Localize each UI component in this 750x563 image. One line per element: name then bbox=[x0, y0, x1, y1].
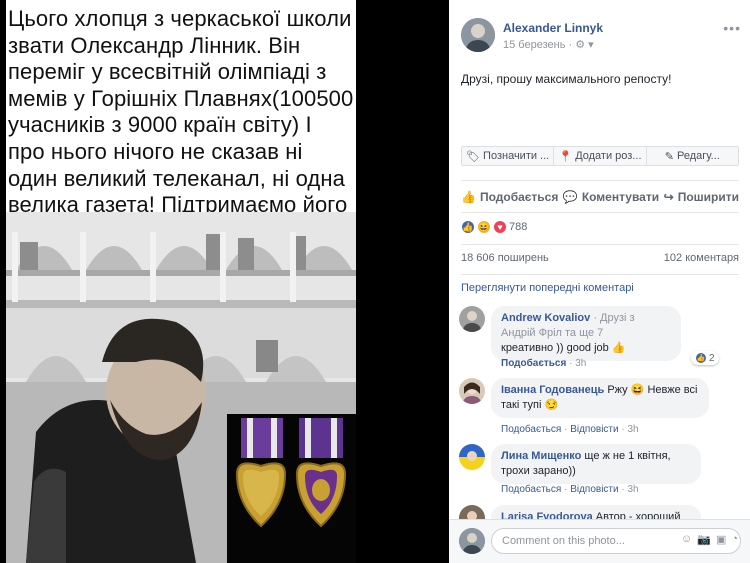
haha-reaction-icon: 😆 bbox=[477, 220, 491, 234]
commenter-avatar[interactable] bbox=[459, 505, 485, 519]
tag-photo-label: Позначити ... bbox=[483, 150, 550, 162]
view-previous-comments-link[interactable]: Переглянути попередні коментарі bbox=[461, 282, 634, 294]
tag-photo-button[interactable]: 🏷 Позначити ... bbox=[462, 147, 555, 165]
like-reaction-icon: 👍 bbox=[695, 352, 707, 364]
camera-icon[interactable]: 📷 bbox=[697, 533, 711, 546]
composer-icons: ☺ 📷 ▣ ◔ bbox=[681, 533, 738, 546]
divider bbox=[461, 212, 739, 213]
post-action-row: 👍 Подобається 💬 Коментувати ↪ Поширити bbox=[461, 186, 739, 208]
comment-time[interactable]: 3h bbox=[627, 484, 638, 495]
post-panel: Alexander Linnyk 15 березень · ⚙ ▾ ••• Д… bbox=[449, 0, 750, 563]
comment-like-link[interactable]: Подобається bbox=[501, 484, 561, 495]
post-date[interactable]: 15 березень bbox=[503, 39, 565, 51]
comment-item: Andrew Kovaliov · Друзі з Андрій Фріл та… bbox=[459, 306, 744, 372]
commenter-name[interactable]: Іванна Годованець bbox=[501, 384, 604, 396]
thumbs-up-icon: 👍 bbox=[461, 190, 476, 204]
like-label: Подобається bbox=[479, 190, 559, 204]
medals-image bbox=[227, 414, 356, 563]
comment-actions: Подобається · 3h bbox=[501, 358, 586, 369]
comment-reactions-badge[interactable]: 👍 2 bbox=[691, 351, 719, 365]
reaction-summary[interactable]: 👍 😆 ♥ 788 bbox=[461, 220, 527, 234]
divider bbox=[461, 274, 739, 275]
commenter-avatar[interactable] bbox=[459, 378, 485, 404]
sticker-icon[interactable]: ◔ bbox=[731, 533, 738, 546]
laughing-emoji-icon: 😆 bbox=[630, 384, 645, 396]
smirk-emoji-icon: 😏 bbox=[544, 399, 559, 411]
gif-icon[interactable]: ▣ bbox=[716, 533, 726, 546]
post-text: Друзі, прошу максимального репосту! bbox=[461, 72, 672, 86]
user-avatar bbox=[459, 528, 485, 554]
comment-button[interactable]: 💬 Коментувати bbox=[563, 190, 659, 204]
comment-item: Лина Мищенко ще ж не 1 квітня, трохи зар… bbox=[459, 444, 744, 500]
author-avatar[interactable] bbox=[461, 18, 495, 52]
comments-count[interactable]: 102 коментаря bbox=[664, 252, 739, 264]
meme-caption: Цього хлопця з черкаської школи звати Ол… bbox=[8, 6, 354, 244]
tag-icon: 🏷 bbox=[466, 150, 481, 163]
comment-bubble: Іванна Годованець Ржу 😆 Невже всі такі т… bbox=[491, 378, 709, 418]
divider bbox=[461, 244, 739, 245]
reaction-count: 788 bbox=[509, 221, 528, 233]
comment-time[interactable]: 3h bbox=[627, 424, 638, 435]
photo-area[interactable]: Цього хлопця з черкаської школи звати Ол… bbox=[0, 0, 449, 563]
comment-actions: Подобається · Відповісти · 3h bbox=[501, 484, 639, 495]
comment-text: креативно )) good job bbox=[501, 342, 609, 354]
pencil-icon: ✎ bbox=[664, 150, 674, 163]
comment-placeholder: Comment on this photo... bbox=[502, 535, 625, 547]
add-location-button[interactable]: 📍 Додати роз... bbox=[554, 147, 647, 165]
comment-label: Коментувати bbox=[581, 190, 660, 204]
comment-bubble: Лина Мищенко ще ж не 1 квітня, трохи зар… bbox=[491, 444, 701, 484]
comment-reply-link[interactable]: Відповісти bbox=[570, 484, 618, 495]
love-reaction-icon: ♥ bbox=[493, 220, 507, 234]
comment-actions: Подобається · Відповісти · 3h bbox=[501, 424, 639, 435]
like-button[interactable]: 👍 Подобається bbox=[461, 190, 558, 204]
commenter-name[interactable]: Larisa Fyodorova bbox=[501, 511, 593, 519]
chevron-down-icon[interactable]: ▾ bbox=[588, 39, 594, 51]
more-options-icon[interactable]: ••• bbox=[723, 20, 741, 36]
comment-item: Іванна Годованець Ржу 😆 Невже всі такі т… bbox=[459, 378, 744, 438]
emoji-icon[interactable]: ☺ bbox=[681, 533, 692, 546]
location-pin-icon: 📍 bbox=[558, 150, 573, 163]
comment-reply-link[interactable]: Відповісти bbox=[570, 424, 618, 435]
audience-icon[interactable]: ⚙ bbox=[575, 39, 585, 51]
commenter-name[interactable]: Andrew Kovaliov bbox=[501, 312, 590, 324]
comment-reaction-count: 2 bbox=[709, 352, 715, 364]
thumbs-up-emoji-icon: 👍 bbox=[611, 342, 626, 354]
photo-actions-bar: 🏷 Позначити ... 📍 Додати роз... ✎ Редагу… bbox=[461, 146, 739, 166]
comment-time[interactable]: 3h bbox=[575, 358, 586, 369]
post-stats: 18 606 поширень 102 коментаря bbox=[461, 252, 739, 264]
comment-like-link[interactable]: Подобається bbox=[501, 424, 561, 435]
author-name[interactable]: Alexander Linnyk bbox=[503, 21, 603, 35]
comment-item: Larisa Fyodorova Автор - хороший bbox=[459, 505, 744, 519]
comment-text: Автор - хороший bbox=[595, 511, 681, 519]
divider bbox=[461, 180, 739, 181]
add-location-label: Додати роз... bbox=[575, 150, 642, 162]
like-reaction-icon: 👍 bbox=[461, 220, 475, 234]
comment-like-link[interactable]: Подобається bbox=[501, 358, 566, 369]
post-header: Alexander Linnyk 15 березень · ⚙ ▾ ••• bbox=[461, 18, 741, 54]
edit-button[interactable]: ✎ Редагу... bbox=[647, 147, 738, 165]
comment-bubble: Andrew Kovaliov · Друзі з Андрій Фріл та… bbox=[491, 306, 681, 361]
share-icon: ↪ bbox=[663, 190, 674, 204]
comment-composer: Comment on this photo... ☺ 📷 ▣ ◔ bbox=[449, 519, 750, 563]
share-label: Поширити bbox=[677, 190, 739, 204]
meme-image: Цього хлопця з черкаської школи звати Ол… bbox=[6, 0, 356, 563]
comment-bubble: Larisa Fyodorova Автор - хороший bbox=[491, 505, 701, 519]
commenter-avatar[interactable] bbox=[459, 444, 485, 470]
commenter-avatar[interactable] bbox=[459, 306, 485, 332]
share-button[interactable]: ↪ Поширити bbox=[664, 190, 739, 204]
comment-text-start: Ржу bbox=[607, 384, 628, 396]
edit-label: Редагу... bbox=[677, 150, 720, 162]
comment-icon: 💬 bbox=[562, 190, 578, 204]
commenter-name[interactable]: Лина Мищенко bbox=[501, 450, 581, 462]
photo-viewer: Цього хлопця з черкаської школи звати Ол… bbox=[0, 0, 750, 563]
shares-count[interactable]: 18 606 поширень bbox=[461, 252, 549, 264]
post-meta: 15 березень · ⚙ ▾ bbox=[503, 38, 594, 51]
